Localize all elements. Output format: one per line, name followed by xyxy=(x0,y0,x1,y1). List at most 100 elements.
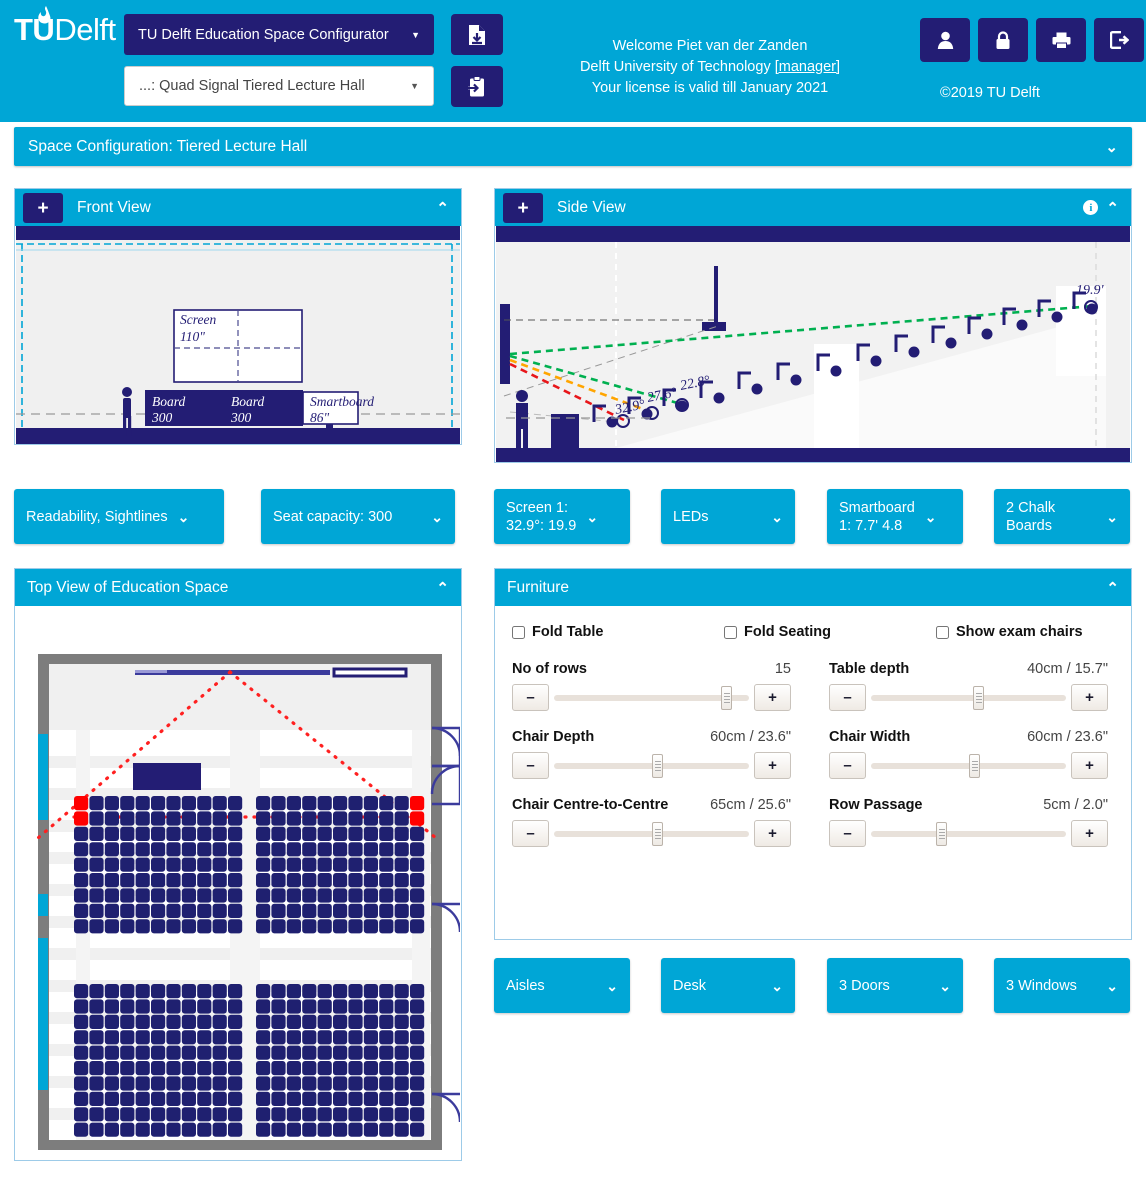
logout-button[interactable] xyxy=(1094,18,1144,62)
chevron-up-icon[interactable]: ⌃ xyxy=(436,579,449,597)
space-selector[interactable]: ...: Quad Signal Tiered Lecture Hall ▼ xyxy=(124,66,434,106)
button-leds[interactable]: LEDs ⌄ xyxy=(661,489,795,544)
slider-track[interactable] xyxy=(871,821,1066,846)
furniture-header[interactable]: Furniture ⌃ xyxy=(495,569,1131,606)
checkbox-show-exam-chairs[interactable]: Show exam chairs xyxy=(936,624,1083,640)
space-configuration-bar[interactable]: Space Configuration: Tiered Lecture Hall… xyxy=(14,127,1132,166)
slider-increment-button[interactable]: + xyxy=(1071,684,1108,711)
button-label: 3 Doors xyxy=(839,977,890,994)
slider-label: Chair Depth xyxy=(512,729,595,745)
svg-text:Smartboard: Smartboard xyxy=(310,394,374,409)
slider-increment-button[interactable]: + xyxy=(1071,820,1108,847)
checkbox-input[interactable] xyxy=(512,625,525,639)
slider-label: Table depth xyxy=(829,661,910,677)
chevron-down-icon: ⌄ xyxy=(939,977,951,994)
print-button[interactable] xyxy=(1036,18,1086,62)
slider-increment-button[interactable]: + xyxy=(754,752,791,779)
side-view-title: Side View xyxy=(557,198,626,216)
copyright-text: ©2019 TU Delft xyxy=(940,85,1040,101)
button-readability-sightlines[interactable]: Readability, Sightlines ⌄ xyxy=(14,489,224,544)
slider-decrement-button[interactable]: – xyxy=(512,820,549,847)
app-selector-label: TU Delft Education Space Configurator xyxy=(138,26,389,43)
slider-decrement-button[interactable]: – xyxy=(829,820,866,847)
slider-track[interactable] xyxy=(554,821,749,846)
slider-thumb[interactable] xyxy=(973,685,985,710)
slider-control: – + xyxy=(829,752,1108,779)
slider-decrement-button[interactable]: – xyxy=(512,752,549,779)
button-windows[interactable]: 3 Windows ⌄ xyxy=(994,958,1130,1013)
slider-track[interactable] xyxy=(871,685,1066,710)
info-icon[interactable]: i xyxy=(1083,200,1099,215)
slider-decrement-button[interactable]: – xyxy=(512,684,549,711)
front-view-drawing[interactable]: Screen 110" Board 300 Board 300 Smartboa… xyxy=(16,226,460,444)
print-icon xyxy=(1052,32,1070,49)
slider-value: 65cm / 25.6" xyxy=(710,797,791,813)
slider-increment-button[interactable]: + xyxy=(754,820,791,847)
button-label: LEDs xyxy=(673,508,709,525)
window-left-1 xyxy=(38,734,48,820)
checkbox-label: Show exam chairs xyxy=(956,624,1083,640)
side-view-header[interactable]: + Side View i ⌃ xyxy=(495,189,1131,226)
slider-header: No of rows 15 xyxy=(512,661,791,677)
furniture-title: Furniture xyxy=(507,578,570,596)
button-label: Desk xyxy=(673,977,707,994)
furniture-checkbox-row: Fold Table Fold Seating Show exam chairs xyxy=(512,624,1114,640)
button-aisles[interactable]: Aisles ⌄ xyxy=(494,958,630,1013)
button-seat-capacity[interactable]: Seat capacity: 300 ⌄ xyxy=(261,489,455,544)
svg-text:86": 86" xyxy=(310,410,330,425)
button-doors[interactable]: 3 Doors ⌄ xyxy=(827,958,963,1013)
chevron-up-icon[interactable]: ⌃ xyxy=(1106,579,1119,597)
slider-header: Chair Depth 60cm / 23.6" xyxy=(512,729,791,745)
button-label: 2 Chalk Boards xyxy=(1006,499,1056,534)
slider-header: Chair Width 60cm / 23.6" xyxy=(829,729,1108,745)
app-header: TUDelft TU Delft Education Space Configu… xyxy=(0,0,1146,122)
svg-text:110": 110" xyxy=(180,329,205,344)
svg-text:300: 300 xyxy=(151,410,173,425)
slider-label: Chair Width xyxy=(829,729,911,745)
slider-track[interactable] xyxy=(871,753,1066,778)
app-selector[interactable]: TU Delft Education Space Configurator ▼ xyxy=(124,14,434,55)
slider-track[interactable] xyxy=(554,753,749,778)
add-icon[interactable]: + xyxy=(23,193,63,223)
manager-link[interactable]: [manager] xyxy=(775,59,840,75)
chevron-up-icon[interactable]: ⌃ xyxy=(436,199,449,217)
slider-thumb[interactable] xyxy=(652,753,664,778)
slider-decrement-button[interactable]: – xyxy=(829,684,866,711)
slider-value: 5cm / 2.0" xyxy=(1043,797,1108,813)
add-icon[interactable]: + xyxy=(503,193,543,223)
chevron-down-icon: ⌄ xyxy=(1106,508,1118,525)
slider-thumb[interactable] xyxy=(936,821,948,846)
slider-decrement-button[interactable]: – xyxy=(829,752,866,779)
slider-thumb[interactable] xyxy=(969,753,981,778)
top-view-panel: Top View of Education Space ⌃ xyxy=(14,568,462,1161)
button-chalk-boards[interactable]: 2 Chalk Boards ⌄ xyxy=(994,489,1130,544)
checkbox-fold-table[interactable]: Fold Table xyxy=(512,624,724,640)
top-view-drawing[interactable] xyxy=(16,606,460,1160)
slider-track[interactable] xyxy=(554,685,749,710)
button-label: Readability, Sightlines xyxy=(26,508,168,525)
chevron-down-icon: ⌄ xyxy=(924,508,937,525)
button-desk[interactable]: Desk ⌄ xyxy=(661,958,795,1013)
logout-icon xyxy=(1109,31,1129,49)
welcome-org-text: Delft University of Technology xyxy=(579,59,775,75)
chevron-down-icon: ⌄ xyxy=(771,508,783,525)
checkbox-fold-seating[interactable]: Fold Seating xyxy=(724,624,936,640)
checkbox-input[interactable] xyxy=(936,625,949,639)
button-screen-1[interactable]: Screen 1: 32.9°: 19.9 ⌄ xyxy=(494,489,630,544)
welcome-org: Delft University of Technology [manager] xyxy=(430,57,990,78)
slider-increment-button[interactable]: + xyxy=(1071,752,1108,779)
chevron-down-icon: ⌄ xyxy=(586,508,599,525)
button-smartboard[interactable]: Smartboard 1: 7.7' 4.8 ⌄ xyxy=(827,489,963,544)
chevron-up-icon[interactable]: ⌃ xyxy=(1106,199,1119,217)
top-view-header[interactable]: Top View of Education Space ⌃ xyxy=(15,569,461,606)
front-view-header[interactable]: + Front View ⌃ xyxy=(15,189,461,226)
logo-delft: Delft xyxy=(54,12,116,47)
slider-header: Row Passage 5cm / 2.0" xyxy=(829,797,1108,813)
tu-delft-logo: TUDelft xyxy=(14,6,116,52)
checkbox-input[interactable] xyxy=(724,625,737,639)
slider-increment-button[interactable]: + xyxy=(754,684,791,711)
slider-thumb[interactable] xyxy=(720,685,732,710)
slider-thumb[interactable] xyxy=(652,821,664,846)
welcome-user: Welcome Piet van der Zanden xyxy=(612,38,808,54)
side-view-drawing[interactable]: 19.9' 22.8° 27.6° 32.9° xyxy=(496,226,1130,462)
